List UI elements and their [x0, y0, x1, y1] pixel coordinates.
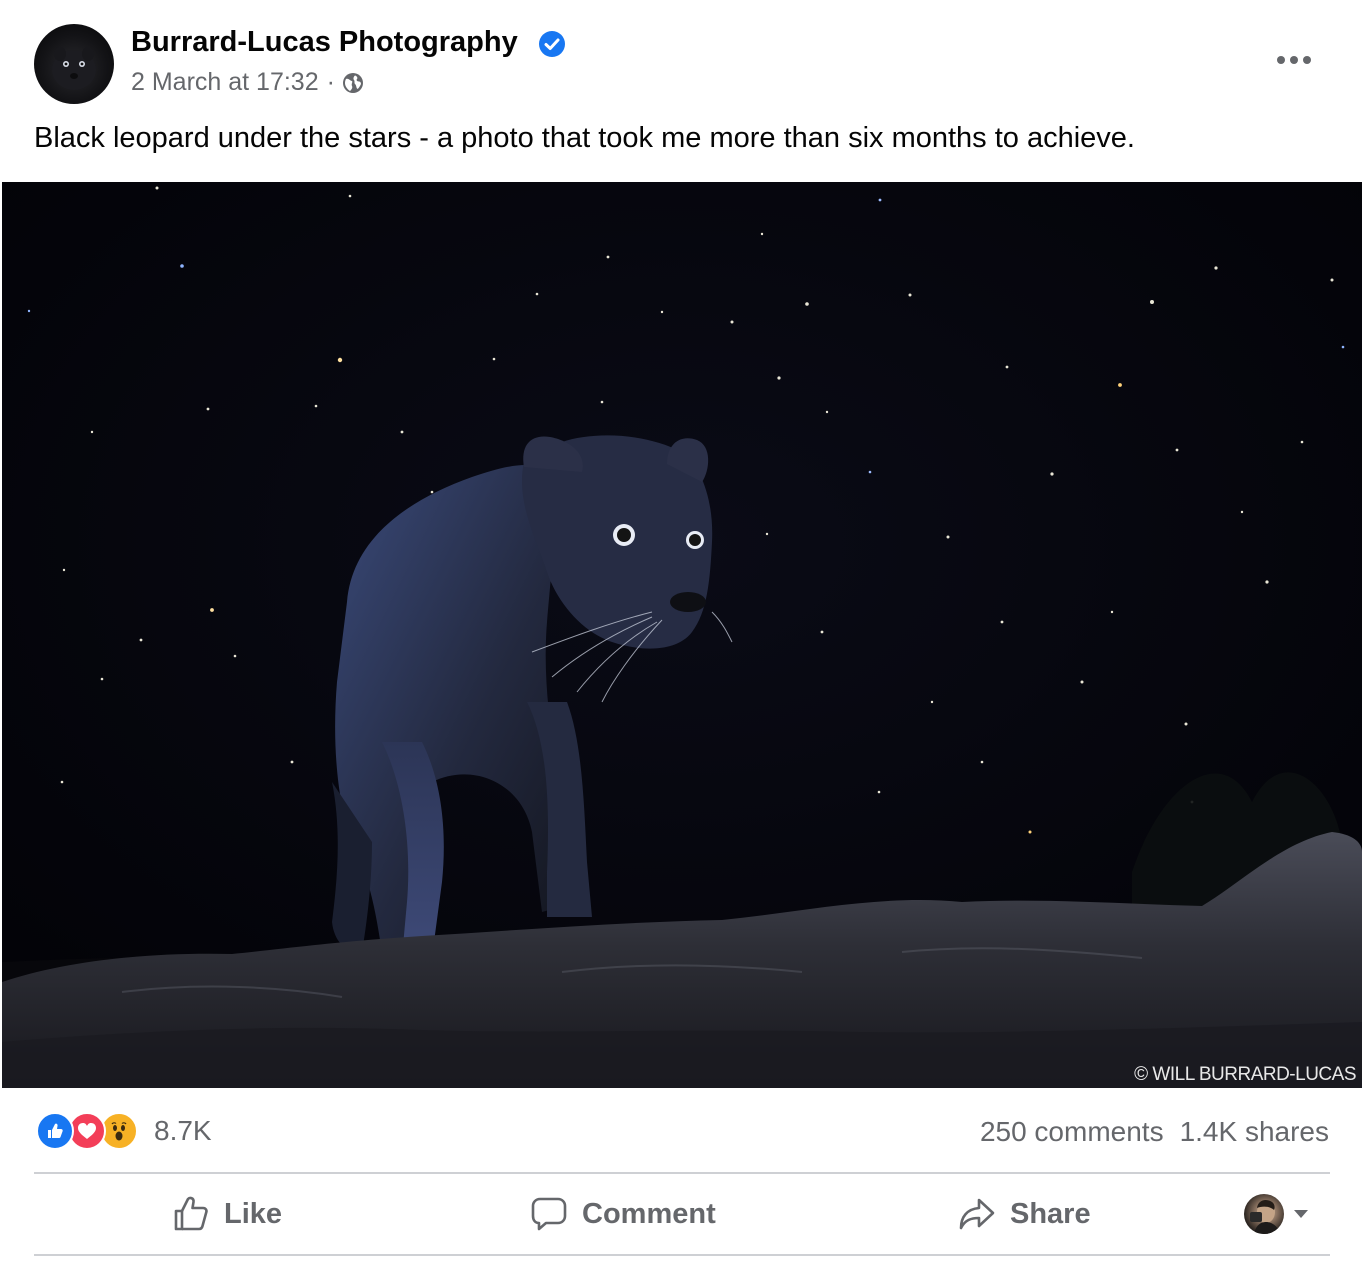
- post-photo[interactable]: © WILL BURRARD-LUCAS: [2, 182, 1362, 1088]
- share-arrow-icon: [959, 1198, 995, 1230]
- page-name-link[interactable]: Burrard-Lucas Photography: [131, 26, 518, 59]
- more-dot: [1303, 56, 1311, 64]
- leopard-avatar-image: [52, 47, 96, 90]
- comment-button-label: Comment: [582, 1197, 716, 1230]
- engagement-counts: 250 comments 1.4K shares: [980, 1116, 1329, 1148]
- post-card: Burrard-Lucas Photography 2 March at 17:…: [0, 0, 1362, 1268]
- actions-divider: [34, 1254, 1330, 1256]
- post-header: Burrard-Lucas Photography 2 March at 17:…: [0, 0, 1362, 112]
- reaction-count: 8.7K: [154, 1115, 212, 1146]
- share-button[interactable]: Share: [958, 1174, 1091, 1254]
- like-button-label: Like: [224, 1197, 283, 1230]
- page-avatar[interactable]: [34, 24, 114, 104]
- thumbs-up-icon: [174, 1196, 208, 1231]
- post-as-profile-selector[interactable]: [1244, 1192, 1324, 1236]
- like-reaction-icon: [36, 1112, 74, 1150]
- post-stats: 8.7K 250 comments 1.4K shares: [0, 1090, 1362, 1172]
- globe-icon[interactable]: [341, 71, 365, 95]
- chevron-down-icon: [1294, 1210, 1308, 1218]
- post-caption: Black leopard under the stars - a photo …: [34, 122, 1135, 154]
- black-leopard-night-photo: [2, 182, 1362, 1088]
- shares-count-link[interactable]: 1.4K shares: [1180, 1116, 1329, 1148]
- meta-separator: ·: [326, 68, 335, 96]
- reactions-summary[interactable]: 8.7K: [36, 1112, 212, 1150]
- share-button-label: Share: [1010, 1197, 1091, 1230]
- user-avatar: [1244, 1194, 1284, 1234]
- post-actions: Like Comment Share: [34, 1174, 1330, 1254]
- comments-count-link[interactable]: 250 comments: [980, 1116, 1164, 1148]
- post-timestamp-link[interactable]: 2 March at 17:32: [131, 68, 319, 97]
- post-meta: 2 March at 17:32 ·: [131, 68, 365, 97]
- more-dot: [1290, 56, 1298, 64]
- more-options-icon[interactable]: [1270, 44, 1318, 76]
- photo-watermark: © WILL BURRARD-LUCAS: [1134, 1064, 1356, 1085]
- verified-badge-icon: [539, 31, 565, 57]
- more-dot: [1277, 56, 1285, 64]
- comment-bubble-icon: [531, 1197, 567, 1231]
- like-button[interactable]: Like: [172, 1174, 282, 1254]
- comment-button[interactable]: Comment: [530, 1174, 716, 1254]
